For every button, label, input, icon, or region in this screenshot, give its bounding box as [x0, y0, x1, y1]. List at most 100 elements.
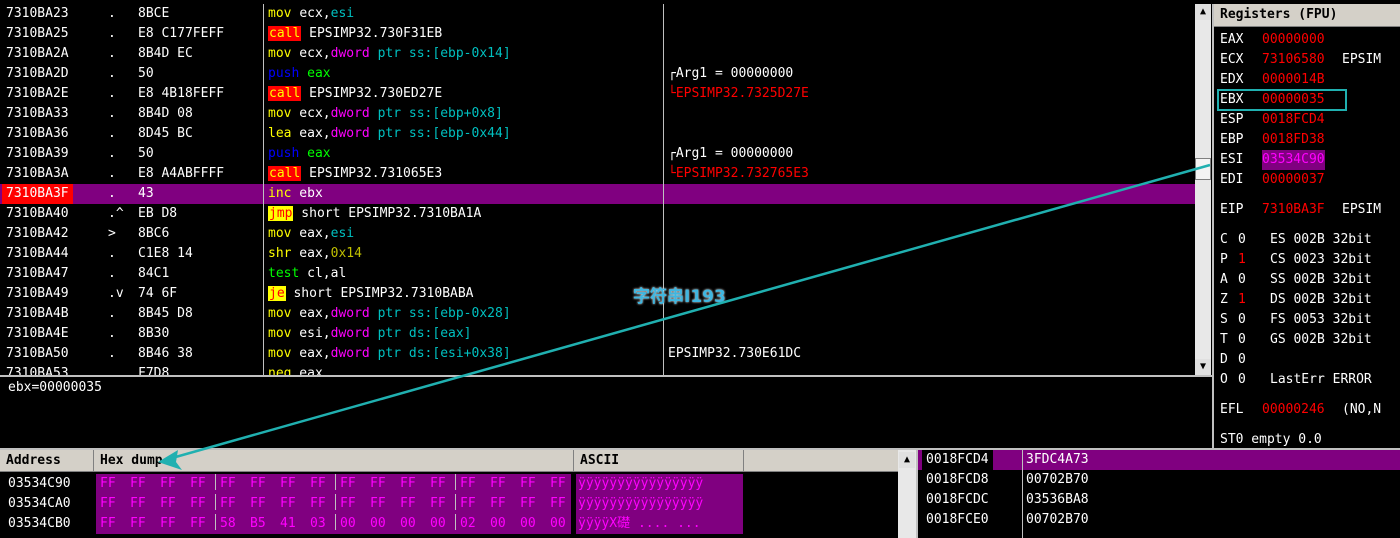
register-value[interactable]: 00000246: [1262, 400, 1325, 420]
scroll-up-icon[interactable]: ▲: [899, 452, 915, 468]
disasm-row[interactable]: 7310BA25. E8 C177FEFF call EPSIMP32.730F31…: [0, 24, 1195, 44]
flag-name: Z: [1220, 292, 1228, 307]
register-value[interactable]: 0018FD38: [1262, 130, 1325, 150]
dump-row[interactable]: 03534CA0 FF FF FF FF FF FF FF FF FF FF FF FF FF FF FF FF…: [0, 494, 898, 514]
pane-divider: [0, 375, 1212, 377]
dump-hex-bytes[interactable]: FF FF FF FF FF FF FF FF FF FF FF FF FF FF FF FF: [96, 494, 571, 514]
hex-group-divider: [455, 514, 456, 530]
asm-token: dword: [330, 126, 370, 141]
register-value[interactable]: 73106580: [1262, 50, 1325, 70]
jump-marker: .: [108, 246, 116, 261]
scroll-thumb[interactable]: [1195, 158, 1211, 180]
register-name: EFL: [1220, 402, 1244, 417]
stack-address: 0018FCDC: [926, 492, 989, 507]
register-value[interactable]: 0018FCD4: [1262, 110, 1325, 130]
stack-row[interactable]: 0018FCE0 00702B70: [918, 510, 1400, 530]
disasm-row[interactable]: 7310BA23. 8BCE mov ecx,esi: [0, 4, 1195, 24]
disasm-row[interactable]: 7310BA3A. E8 A4ABFFFF call EPSIMP32.731065…: [0, 164, 1195, 184]
disasm-row[interactable]: 7310BA4B. 8B45 D8 mov eax,dword ptr ss:[eb…: [0, 304, 1195, 324]
disassembly-scrollbar[interactable]: ▲ ▼: [1195, 4, 1211, 375]
instruction-text: mov ecx,dword ptr ss:[ebp-0x14]: [268, 44, 511, 64]
ascii-column-header[interactable]: ASCII: [574, 450, 744, 472]
hex-byte: FF: [220, 496, 236, 511]
scroll-up-icon[interactable]: ▲: [1195, 4, 1211, 20]
disasm-row[interactable]: 7310BA39. 50 push eax ┌Arg1 = 00000000: [0, 144, 1195, 164]
disasm-row[interactable]: 7310BA50. 8B46 38 mov eax,dword ptr ds:[es…: [0, 344, 1195, 364]
hex-byte: FF: [250, 476, 266, 491]
scroll-down-icon[interactable]: ▼: [1195, 359, 1211, 375]
disasm-row[interactable]: 7310BA44. C1E8 14 shr eax,0x14: [0, 244, 1195, 264]
dump-hex-bytes[interactable]: FF FF FF FF 58 B5 41 03 00 00 00 00 02 00 00 00: [96, 514, 571, 534]
asm-token: dword: [330, 106, 370, 121]
hex-byte: 00: [340, 516, 356, 531]
opcode-hex: EB D8: [138, 206, 178, 221]
disasm-row[interactable]: 7310BA3F. 43 inc ebx: [0, 184, 1195, 204]
instruction-address: 7310BA53: [6, 366, 69, 375]
flag-value[interactable]: 0: [1238, 350, 1246, 370]
asm-token: eax: [307, 66, 331, 81]
register-value[interactable]: 00000037: [1262, 170, 1325, 190]
flag-value[interactable]: 1: [1238, 290, 1246, 310]
flag-name: C: [1220, 232, 1228, 247]
hex-dump-column-header[interactable]: Hex dump: [94, 450, 574, 472]
register-value[interactable]: 0000014B: [1262, 70, 1325, 90]
dump-scrollbar[interactable]: ▲: [898, 450, 916, 538]
hex-byte: 58: [220, 516, 236, 531]
disasm-row[interactable]: 7310BA40 .^ EB D8 jmp short EPSIMP32.7310BA…: [0, 204, 1195, 224]
hex-byte: FF: [310, 496, 326, 511]
opcode-hex: 8B4D EC: [138, 46, 193, 61]
disasm-row[interactable]: 7310BA49 .v 74 6F je short EPSIMP32.7310BAB…: [0, 284, 1195, 304]
disasm-row[interactable]: 7310BA53. F7D8 neg eax: [0, 364, 1195, 375]
disasm-row[interactable]: 7310BA4E. 8B30 mov esi,dword ptr ds:[eax]: [0, 324, 1195, 344]
stack-value: 03536BA8: [1026, 492, 1089, 507]
info-pane: ebx=00000035: [0, 378, 1212, 448]
hex-group-divider: [215, 494, 216, 510]
hex-byte: FF: [130, 496, 146, 511]
hex-byte: 00: [370, 516, 386, 531]
disasm-row[interactable]: 7310BA2E. E8 4B18FEFF call EPSIMP32.730ED2…: [0, 84, 1195, 104]
disassembly-pane[interactable]: 7310BA23. 8BCE mov ecx,esi 7310BA25. E8 C177…: [0, 4, 1195, 375]
dump-row[interactable]: 03534CB0 FF FF FF FF 58 B5 41 03 00 00 00 00 02 00 00 00…: [0, 514, 898, 534]
stack-row[interactable]: 0018FCD4 3FDC4A73: [918, 450, 1400, 470]
stack-pane[interactable]: 0018FCD4 3FDC4A73 0018FCD8 00702B70 0018FCDC…: [918, 450, 1400, 538]
opcode-hex: 8BC6: [138, 226, 170, 241]
header-filler: [744, 450, 898, 472]
register-name: ESI: [1220, 152, 1244, 167]
stack-row[interactable]: 0018FCD8 00702B70: [918, 470, 1400, 490]
flag-value[interactable]: 0: [1238, 330, 1246, 350]
flag-value[interactable]: 0: [1238, 310, 1246, 330]
register-value[interactable]: 03534C90: [1262, 150, 1325, 170]
disasm-row[interactable]: 7310BA2D. 50 push eax ┌Arg1 = 00000000: [0, 64, 1195, 84]
flag-value[interactable]: 1: [1238, 250, 1246, 270]
instruction-text: inc ebx: [268, 184, 323, 204]
flag-value[interactable]: 0: [1238, 230, 1246, 250]
disasm-row[interactable]: 7310BA47. 84C1 test cl,al: [0, 264, 1195, 284]
flag-value[interactable]: 0: [1238, 270, 1246, 290]
comment-text: EPSIMP32.730E61DC: [668, 344, 801, 364]
asm-token: ptr ss:[ebp+0x8]: [369, 106, 503, 121]
hex-dump-pane[interactable]: Address Hex dump ASCII 03534C90 FF FF FF FF F…: [0, 450, 898, 538]
opcode-hex: 8B30: [138, 326, 170, 341]
register-value[interactable]: 00000000: [1262, 30, 1325, 50]
address-column-header[interactable]: Address: [0, 450, 94, 472]
disasm-row[interactable]: 7310BA2A. 8B4D EC mov ecx,dword ptr ss:[eb…: [0, 44, 1195, 64]
dump-hex-bytes[interactable]: FF FF FF FF FF FF FF FF FF FF FF FF FF FF FF FF: [96, 474, 571, 494]
asm-token: lea: [268, 126, 292, 141]
dump-row[interactable]: 03534C90 FF FF FF FF FF FF FF FF FF FF FF FF FF FF FF FF…: [0, 474, 898, 494]
flag-name: A: [1220, 272, 1228, 287]
stack-address: 0018FCE0: [926, 512, 989, 527]
comment-token: ┌Arg1 = 00000000: [668, 146, 794, 161]
flag-name: O: [1220, 372, 1228, 387]
registers-pane[interactable]: Registers (FPU) EAX 00000000 ECX 73106580 EP…: [1214, 4, 1400, 448]
hex-byte: 03: [310, 516, 326, 531]
register-value[interactable]: 7310BA3F: [1262, 200, 1325, 220]
disasm-row[interactable]: 7310BA42 >8BC6 mov eax,esi: [0, 224, 1195, 244]
stack-row[interactable]: 0018FCDC 03536BA8: [918, 490, 1400, 510]
disasm-row[interactable]: 7310BA36. 8D45 BC lea eax,dword ptr ss:[eb…: [0, 124, 1195, 144]
hex-byte: FF: [160, 476, 176, 491]
flag-value[interactable]: 0: [1238, 370, 1246, 390]
disasm-row[interactable]: 7310BA33. 8B4D 08 mov ecx,dword ptr ss:[eb…: [0, 104, 1195, 124]
hex-byte: 41: [280, 516, 296, 531]
asm-token: ecx,: [291, 106, 331, 121]
asm-token: EPSIMP32.730ED27E: [301, 86, 443, 101]
